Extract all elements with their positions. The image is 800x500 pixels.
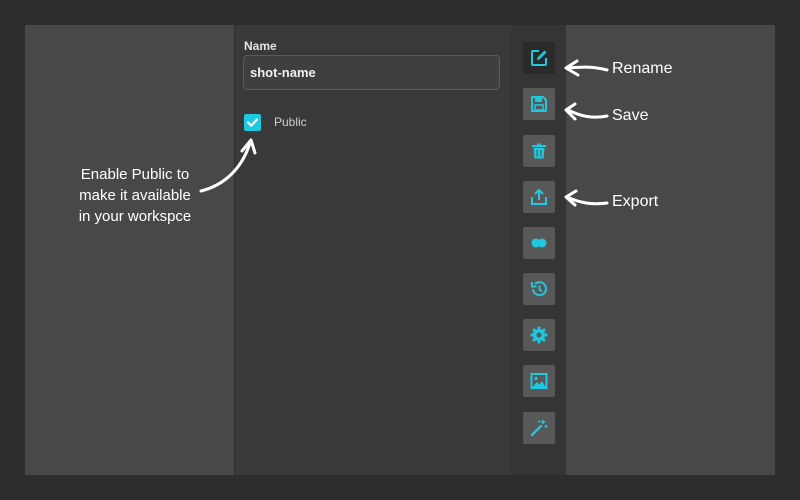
public-note-line: in your workspce: [78, 208, 192, 225]
public-note-line: make it available: [79, 187, 191, 204]
public-note: Enable Public to make it available in yo…: [64, 164, 206, 227]
public-note-line: Enable Public to: [80, 166, 190, 183]
export-callout: Export: [612, 193, 659, 210]
annotation-arrows: [199, 59, 609, 207]
save-callout: Save: [612, 107, 649, 124]
rename-callout: Rename: [612, 60, 673, 77]
